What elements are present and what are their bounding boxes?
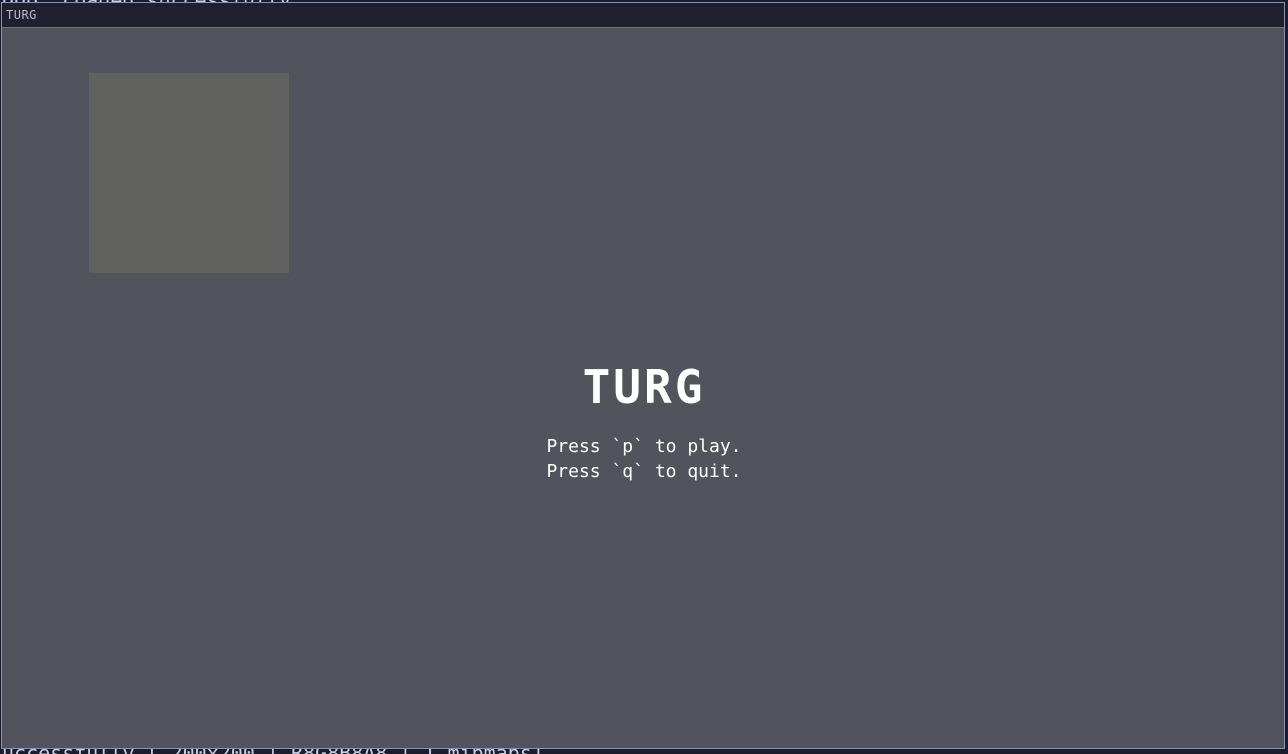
texture-square [89,73,289,273]
window-titlebar[interactable]: TURG [2,3,1284,28]
quit-instruction: Press `q` to quit. [546,461,742,482]
window-title: TURG [6,8,37,22]
desktop: DDD: Loaded successfully uccessfully [ 2… [0,0,1288,754]
play-instruction: Press `p` to play. [546,436,742,457]
game-window[interactable]: TURG TURG Press `p` to play. Press `q` t… [1,2,1285,749]
instructions: Press `p` to play. Press `q` to quit. [2,434,1286,484]
game-title: TURG [582,360,706,414]
game-canvas[interactable]: TURG Press `p` to play. Press `q` to qui… [2,28,1284,748]
